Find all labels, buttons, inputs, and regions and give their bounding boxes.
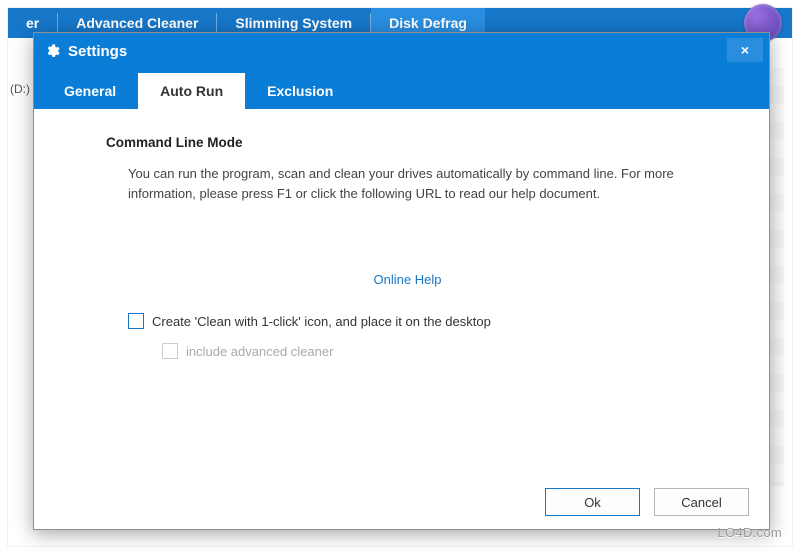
cancel-button[interactable]: Cancel xyxy=(654,488,749,516)
checkbox-row-include-advanced: include advanced cleaner xyxy=(162,343,709,359)
checkbox-include-advanced-label: include advanced cleaner xyxy=(186,344,333,359)
tab-auto-run[interactable]: Auto Run xyxy=(138,73,245,109)
app-window: er Advanced Cleaner Slimming System Disk… xyxy=(8,8,792,546)
online-help-link[interactable]: Online Help xyxy=(106,272,709,287)
dialog-tabs: General Auto Run Exclusion xyxy=(34,69,769,109)
close-icon: × xyxy=(741,42,749,58)
settings-dialog: Settings × General Auto Run Exclusion Co… xyxy=(33,32,770,530)
section-title: Command Line Mode xyxy=(106,135,709,150)
ok-button[interactable]: Ok xyxy=(545,488,640,516)
dialog-body: Command Line Mode You can run the progra… xyxy=(34,109,769,475)
checkbox-row-create-icon[interactable]: Create 'Clean with 1-click' icon, and pl… xyxy=(128,313,709,329)
watermark: LO4D.com xyxy=(717,525,782,540)
description-text: You can run the program, scan and clean … xyxy=(128,164,688,204)
dialog-titlebar: Settings × xyxy=(34,33,769,69)
dialog-footer: Ok Cancel xyxy=(34,475,769,529)
tab-exclusion[interactable]: Exclusion xyxy=(245,73,355,109)
background-drive-label: (D:) xyxy=(8,82,30,96)
checkbox-create-icon-label: Create 'Clean with 1-click' icon, and pl… xyxy=(152,314,491,329)
checkbox-create-icon[interactable] xyxy=(128,313,144,329)
gear-icon xyxy=(44,43,60,59)
close-button[interactable]: × xyxy=(727,38,763,62)
tab-general[interactable]: General xyxy=(42,73,138,109)
dialog-title-text: Settings xyxy=(68,43,127,60)
checkbox-include-advanced xyxy=(162,343,178,359)
